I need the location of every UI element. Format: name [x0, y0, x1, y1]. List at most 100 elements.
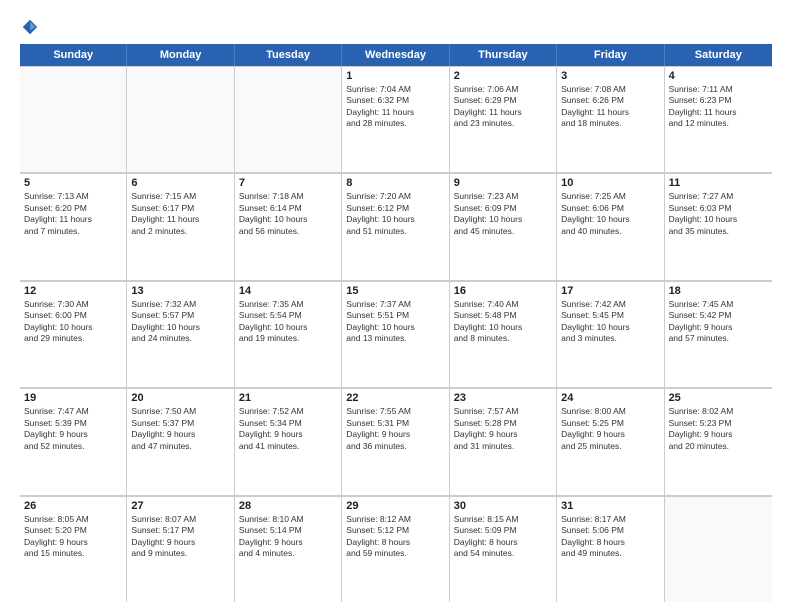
- calendar-cell: 5 Sunrise: 7:13 AM Sunset: 6:20 PM Daylig…: [20, 173, 127, 279]
- day-number: 11: [669, 177, 768, 189]
- day-info: Sunrise: 8:10 AM Sunset: 5:14 PM Dayligh…: [239, 514, 337, 560]
- logo: [20, 18, 39, 34]
- day-info: Sunrise: 7:04 AM Sunset: 6:32 PM Dayligh…: [346, 84, 444, 130]
- weekday-header: Sunday: [20, 44, 127, 66]
- day-info: Sunrise: 7:06 AM Sunset: 6:29 PM Dayligh…: [454, 84, 552, 130]
- day-number: 29: [346, 500, 444, 512]
- day-number: 30: [454, 500, 552, 512]
- day-info: Sunrise: 8:07 AM Sunset: 5:17 PM Dayligh…: [131, 514, 229, 560]
- day-info: Sunrise: 7:50 AM Sunset: 5:37 PM Dayligh…: [131, 406, 229, 452]
- day-info: Sunrise: 8:17 AM Sunset: 5:06 PM Dayligh…: [561, 514, 659, 560]
- calendar-cell: 7Sunrise: 7:18 AM Sunset: 6:14 PM Daylig…: [235, 173, 342, 279]
- day-number: 5: [24, 177, 122, 189]
- day-number: 14: [239, 285, 337, 297]
- calendar-cell: [20, 66, 127, 172]
- day-number: 26: [24, 500, 122, 512]
- day-info: Sunrise: 7:35 AM Sunset: 5:54 PM Dayligh…: [239, 299, 337, 345]
- day-number: 12: [24, 285, 122, 297]
- day-number: 16: [454, 285, 552, 297]
- day-info: Sunrise: 8:02 AM Sunset: 5:23 PM Dayligh…: [669, 406, 768, 452]
- calendar-row: 5 Sunrise: 7:13 AM Sunset: 6:20 PM Daylig…: [20, 173, 772, 280]
- calendar-cell: 29Sunrise: 8:12 AM Sunset: 5:12 PM Dayli…: [342, 496, 449, 602]
- day-number: 10: [561, 177, 659, 189]
- calendar-row: 12 Sunrise: 7:30 AM Sunset: 6:00 PM Dayli…: [20, 281, 772, 388]
- day-number: 1: [346, 70, 444, 82]
- day-info: Sunrise: 7:55 AM Sunset: 5:31 PM Dayligh…: [346, 406, 444, 452]
- calendar-cell: 15 Sunrise: 7:37 AM Sunset: 5:51 PM Dayli…: [342, 281, 449, 387]
- day-number: 17: [561, 285, 659, 297]
- day-info: Sunrise: 7:20 AM Sunset: 6:12 PM Dayligh…: [346, 191, 444, 237]
- calendar-cell: 30 Sunrise: 8:15 AM Sunset: 5:09 PM Dayli…: [450, 496, 557, 602]
- calendar-cell: 23 Sunrise: 7:57 AM Sunset: 5:28 PM Dayli…: [450, 388, 557, 494]
- weekday-header: Monday: [127, 44, 234, 66]
- day-info: Sunrise: 7:57 AM Sunset: 5:28 PM Dayligh…: [454, 406, 552, 452]
- calendar-cell: 17Sunrise: 7:42 AM Sunset: 5:45 PM Dayli…: [557, 281, 664, 387]
- day-info: Sunrise: 7:11 AM Sunset: 6:23 PM Dayligh…: [669, 84, 768, 130]
- calendar-cell: 19 Sunrise: 7:47 AM Sunset: 5:39 PM Dayli…: [20, 388, 127, 494]
- day-info: Sunrise: 7:13 AM Sunset: 6:20 PM Dayligh…: [24, 191, 122, 237]
- day-number: 23: [454, 392, 552, 404]
- calendar-cell: 28 Sunrise: 8:10 AM Sunset: 5:14 PM Dayli…: [235, 496, 342, 602]
- calendar-cell: 9 Sunrise: 7:23 AM Sunset: 6:09 PM Daylig…: [450, 173, 557, 279]
- day-info: Sunrise: 8:15 AM Sunset: 5:09 PM Dayligh…: [454, 514, 552, 560]
- weekday-header: Wednesday: [342, 44, 449, 66]
- day-info: Sunrise: 8:05 AM Sunset: 5:20 PM Dayligh…: [24, 514, 122, 560]
- calendar-cell: 2 Sunrise: 7:06 AM Sunset: 6:29 PM Daylig…: [450, 66, 557, 172]
- day-number: 9: [454, 177, 552, 189]
- calendar-cell: 25 Sunrise: 8:02 AM Sunset: 5:23 PM Dayli…: [665, 388, 772, 494]
- day-info: Sunrise: 7:40 AM Sunset: 5:48 PM Dayligh…: [454, 299, 552, 345]
- calendar-cell: 31 Sunrise: 8:17 AM Sunset: 5:06 PM Dayli…: [557, 496, 664, 602]
- day-number: 7: [239, 177, 337, 189]
- day-info: Sunrise: 7:27 AM Sunset: 6:03 PM Dayligh…: [669, 191, 768, 237]
- day-number: 15: [346, 285, 444, 297]
- day-info: Sunrise: 7:32 AM Sunset: 5:57 PM Dayligh…: [131, 299, 229, 345]
- day-info: Sunrise: 7:45 AM Sunset: 5:42 PM Dayligh…: [669, 299, 768, 345]
- day-number: 28: [239, 500, 337, 512]
- calendar-row: 26 Sunrise: 8:05 AM Sunset: 5:20 PM Dayli…: [20, 496, 772, 602]
- day-info: Sunrise: 7:52 AM Sunset: 5:34 PM Dayligh…: [239, 406, 337, 452]
- calendar-cell: 12 Sunrise: 7:30 AM Sunset: 6:00 PM Dayli…: [20, 281, 127, 387]
- day-number: 8: [346, 177, 444, 189]
- day-number: 4: [669, 70, 768, 82]
- calendar-cell: 14 Sunrise: 7:35 AM Sunset: 5:54 PM Dayli…: [235, 281, 342, 387]
- calendar-row: 19 Sunrise: 7:47 AM Sunset: 5:39 PM Dayli…: [20, 388, 772, 495]
- day-info: Sunrise: 7:47 AM Sunset: 5:39 PM Dayligh…: [24, 406, 122, 452]
- calendar-cell: 27Sunrise: 8:07 AM Sunset: 5:17 PM Dayli…: [127, 496, 234, 602]
- day-number: 25: [669, 392, 768, 404]
- day-number: 31: [561, 500, 659, 512]
- day-number: 18: [669, 285, 768, 297]
- day-number: 22: [346, 392, 444, 404]
- calendar-body: 1 Sunrise: 7:04 AM Sunset: 6:32 PM Daylig…: [20, 66, 772, 602]
- calendar-cell: 4 Sunrise: 7:11 AM Sunset: 6:23 PM Daylig…: [665, 66, 772, 172]
- day-number: 21: [239, 392, 337, 404]
- calendar-cell: [235, 66, 342, 172]
- header: [20, 18, 772, 34]
- day-number: 6: [131, 177, 229, 189]
- day-info: Sunrise: 7:08 AM Sunset: 6:26 PM Dayligh…: [561, 84, 659, 130]
- calendar-cell: 20Sunrise: 7:50 AM Sunset: 5:37 PM Dayli…: [127, 388, 234, 494]
- day-number: 24: [561, 392, 659, 404]
- calendar-cell: 24 Sunrise: 8:00 AM Sunset: 5:25 PM Dayli…: [557, 388, 664, 494]
- calendar-cell: 18 Sunrise: 7:45 AM Sunset: 5:42 PM Dayli…: [665, 281, 772, 387]
- calendar-cell: 10Sunrise: 7:25 AM Sunset: 6:06 PM Dayli…: [557, 173, 664, 279]
- day-number: 3: [561, 70, 659, 82]
- day-info: Sunrise: 7:37 AM Sunset: 5:51 PM Dayligh…: [346, 299, 444, 345]
- calendar-cell: 22 Sunrise: 7:55 AM Sunset: 5:31 PM Dayli…: [342, 388, 449, 494]
- calendar-row: 1 Sunrise: 7:04 AM Sunset: 6:32 PM Daylig…: [20, 66, 772, 173]
- weekday-header: Saturday: [665, 44, 772, 66]
- day-number: 2: [454, 70, 552, 82]
- calendar-cell: [127, 66, 234, 172]
- day-info: Sunrise: 8:00 AM Sunset: 5:25 PM Dayligh…: [561, 406, 659, 452]
- day-info: Sunrise: 7:30 AM Sunset: 6:00 PM Dayligh…: [24, 299, 122, 345]
- calendar-cell: 11 Sunrise: 7:27 AM Sunset: 6:03 PM Dayli…: [665, 173, 772, 279]
- weekday-header: Tuesday: [235, 44, 342, 66]
- weekday-header: Friday: [557, 44, 664, 66]
- day-info: Sunrise: 7:23 AM Sunset: 6:09 PM Dayligh…: [454, 191, 552, 237]
- logo-icon: [21, 18, 39, 36]
- calendar-cell: [665, 496, 772, 602]
- calendar-cell: 21 Sunrise: 7:52 AM Sunset: 5:34 PM Dayli…: [235, 388, 342, 494]
- day-number: 19: [24, 392, 122, 404]
- calendar-cell: 3 Sunrise: 7:08 AM Sunset: 6:26 PM Daylig…: [557, 66, 664, 172]
- calendar-cell: 16 Sunrise: 7:40 AM Sunset: 5:48 PM Dayli…: [450, 281, 557, 387]
- calendar-cell: 13Sunrise: 7:32 AM Sunset: 5:57 PM Dayli…: [127, 281, 234, 387]
